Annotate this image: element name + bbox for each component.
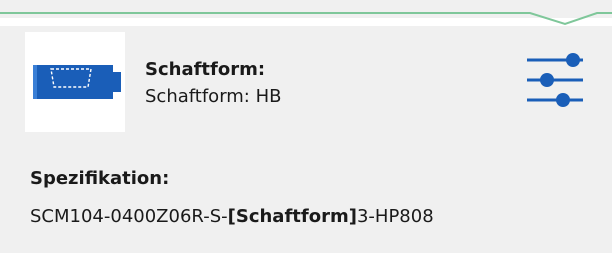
shaft-form-card: Schaftform: Schaftform: HB Spezifikation… <box>0 0 612 253</box>
shank-shape-icon <box>33 65 121 99</box>
spec-bracket-open: [ <box>227 206 236 227</box>
specification-value: SCM104-0400Z06R-S-[Schaftform]3-HP808 <box>30 206 434 227</box>
filter-sliders-graphic <box>527 53 583 107</box>
tab-pointer-border <box>0 12 612 26</box>
spec-prefix: SCM104-0400Z06R-S- <box>30 206 228 227</box>
filter-sliders-icon[interactable] <box>525 52 585 108</box>
spec-bracket-term: Schaftform <box>235 206 349 227</box>
spec-suffix: 3-HP808 <box>356 206 434 227</box>
product-image <box>25 32 125 132</box>
shaft-form-label: Schaftform: <box>145 59 266 80</box>
shaft-form-value: Schaftform: HB <box>145 86 282 107</box>
spec-bracket-close: ] <box>348 206 357 227</box>
specification-label: Spezifikation: <box>30 168 170 189</box>
